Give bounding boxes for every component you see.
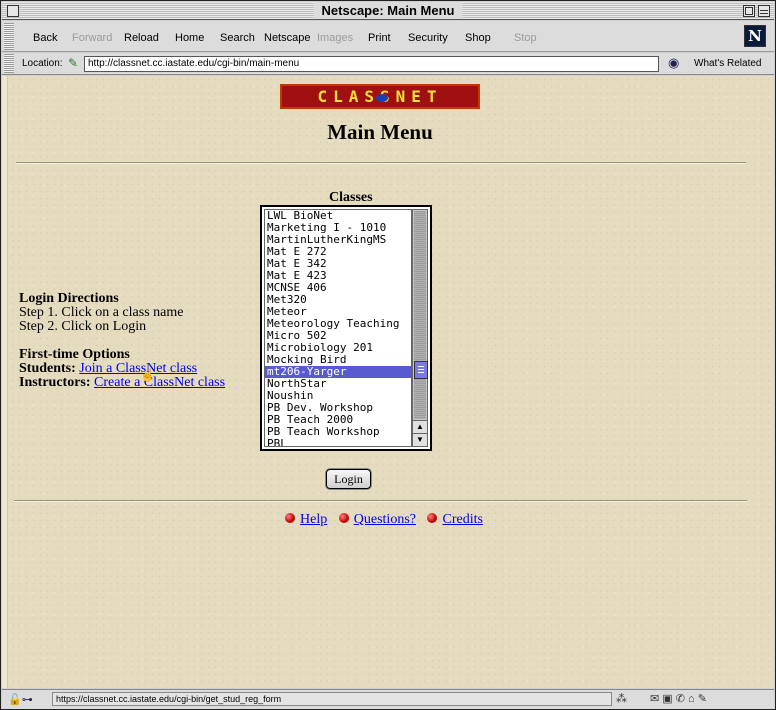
instructors-row: Instructors: Create a ClassNet class [19, 376, 225, 390]
class-list[interactable]: LWL BioNet Marketing I - 1010 MartinLuther… [260, 205, 432, 451]
security-button[interactable]: Security [408, 31, 448, 45]
reload-button[interactable]: Reload [124, 31, 159, 45]
component-bar-icons[interactable]: ✉ ▣ ✆ ⌂ ✎ [650, 692, 707, 705]
location-bar: Location: ✎ http://classnet.cc.iastate.e… [2, 53, 774, 75]
create-class-link[interactable]: Create a ClassNet class [94, 375, 225, 390]
title-bar[interactable]: Netscape: Main Menu [2, 2, 774, 20]
zoom-box[interactable] [743, 5, 755, 17]
help-link[interactable]: Help [300, 512, 327, 527]
netscape-button[interactable]: Netscape [264, 31, 310, 45]
search-button[interactable]: Search [220, 31, 255, 45]
scroll-up-arrow-icon[interactable]: ▲ [413, 420, 427, 433]
scroll-thumb[interactable] [414, 361, 428, 379]
status-text: https://classnet.cc.iastate.edu/cgi-bin/… [52, 692, 612, 706]
students-row: Students: Join a ClassNet class [19, 362, 197, 376]
login-button[interactable]: Login [326, 469, 371, 489]
status-bar: 🔓⊶ https://classnet.cc.iastate.edu/cgi-b… [2, 689, 774, 709]
shop-button[interactable]: Shop [465, 31, 491, 45]
page-content: CLASSNET Main Menu Classes LWL BioNetMar… [2, 76, 774, 688]
students-label: Students: [19, 361, 76, 376]
join-class-link[interactable]: Join a ClassNet class [79, 361, 197, 376]
location-label: Location: [22, 58, 63, 69]
login-step-1: Step 1. Click on a class name [19, 305, 184, 320]
bullet-icon [427, 513, 438, 523]
class-list-options[interactable]: LWL BioNet Marketing I - 1010 MartinLuther… [264, 209, 412, 447]
class-list-scrollbar[interactable]: ▲ ▼ [412, 209, 428, 447]
netscape-logo: N [744, 25, 766, 47]
forward-button[interactable]: Forward [72, 31, 112, 45]
logo-globe-icon [376, 94, 388, 102]
class-option[interactable]: PBL [265, 438, 411, 447]
browser-window: Netscape: Main Menu Back Forward Reload … [0, 0, 776, 710]
close-box[interactable] [7, 5, 19, 17]
pointer-cursor-icon: ☝ [140, 368, 155, 382]
login-step-2: Step 2. Click on Login [19, 319, 147, 334]
security-lock-icon[interactable]: 🔓⊶ [8, 693, 33, 706]
print-button[interactable]: Print [368, 31, 391, 45]
bullet-icon [285, 513, 296, 523]
whats-related-button[interactable]: What's Related [694, 58, 762, 69]
scroll-down-arrow-icon[interactable]: ▼ [413, 433, 427, 446]
scroll-trough[interactable] [414, 211, 428, 419]
home-button[interactable]: Home [175, 31, 204, 45]
navigation-toolbar: Back Forward Reload Home Search Netscape… [2, 21, 774, 52]
location-grip[interactable] [4, 54, 14, 73]
footer-links: Help Questions? Credits [2, 512, 758, 528]
credits-link[interactable]: Credits [442, 512, 482, 527]
bullet-icon [338, 513, 349, 523]
top-divider [16, 162, 746, 164]
toolbar-grip[interactable] [4, 23, 14, 50]
page-margin [2, 76, 8, 688]
bottom-divider [14, 500, 747, 502]
collapse-box[interactable] [758, 5, 770, 17]
page-title: Main Menu [327, 120, 433, 144]
stop-button[interactable]: Stop [514, 31, 537, 45]
url-field[interactable]: http://classnet.cc.iastate.edu/cgi-bin/m… [84, 56, 659, 72]
online-status-icon[interactable]: ⁂ [616, 692, 627, 705]
classes-label: Classes [329, 190, 373, 205]
back-button[interactable]: Back [33, 31, 57, 45]
related-icon[interactable]: ◉ [668, 55, 686, 71]
classnet-logo: CLASSNET [280, 84, 480, 109]
questions-link[interactable]: Questions? [354, 512, 416, 527]
images-button[interactable]: Images [317, 31, 353, 45]
instructors-label: Instructors: [19, 375, 91, 390]
first-time-title: First-time Options [19, 347, 130, 362]
page-proxy-icon[interactable]: ✎ [68, 56, 82, 70]
login-directions-title: Login Directions [19, 291, 119, 306]
window-title: Netscape: Main Menu [313, 2, 463, 19]
